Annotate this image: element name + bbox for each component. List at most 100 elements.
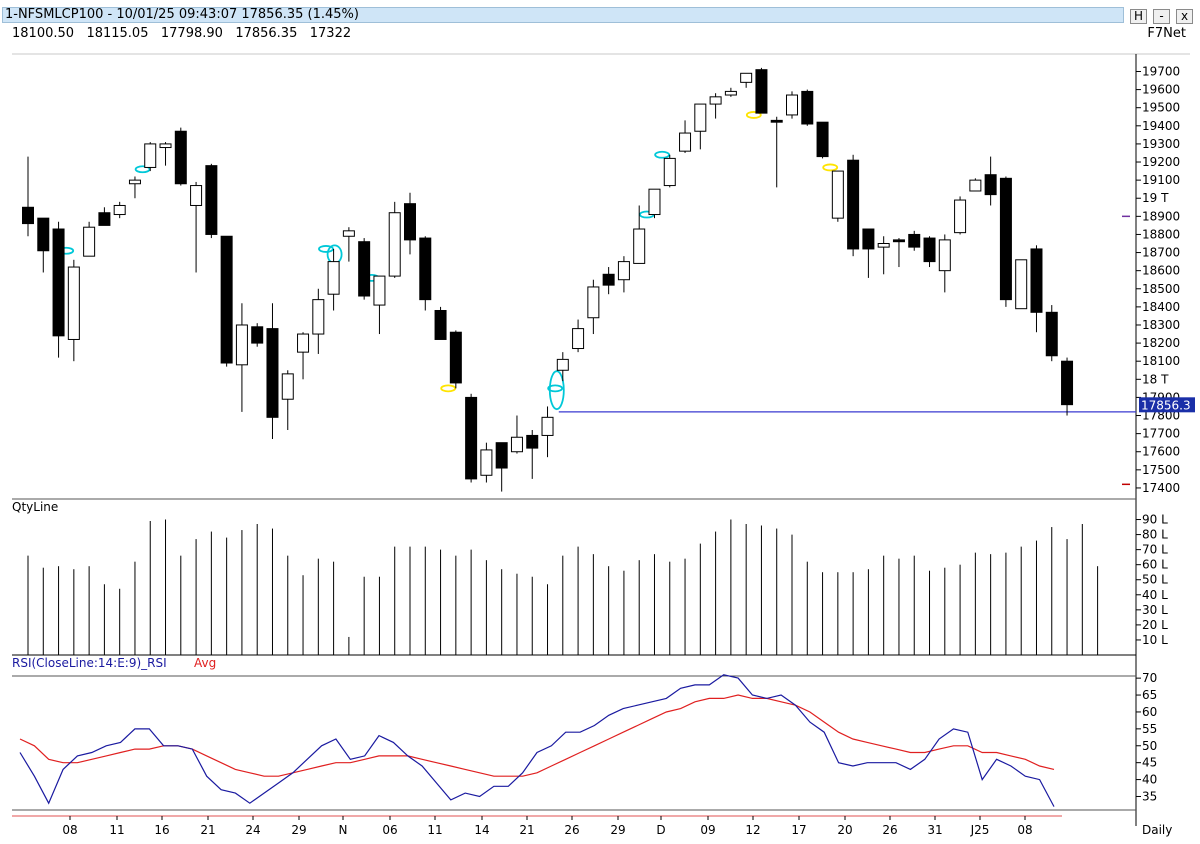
candle-body[interactable] [969, 179, 982, 192]
time-axis-label: 08 [62, 823, 77, 837]
candle-body[interactable] [1030, 248, 1043, 313]
candle-body[interactable] [954, 199, 967, 234]
candle-body[interactable] [465, 396, 478, 480]
candle-body[interactable] [52, 228, 65, 337]
time-axis-label: 29 [291, 823, 306, 837]
candle-body[interactable] [159, 143, 172, 149]
time-axis-label: 14 [474, 823, 489, 837]
candle-body[interactable] [312, 299, 325, 335]
candle-body[interactable] [938, 239, 951, 272]
candle-body[interactable] [587, 286, 600, 319]
candle-body[interactable] [235, 324, 248, 366]
candle-body[interactable] [358, 241, 371, 297]
candle-body[interactable] [709, 96, 722, 105]
candle-body[interactable] [679, 132, 692, 152]
candle-body[interactable] [862, 228, 875, 250]
candle-body[interactable] [770, 119, 783, 123]
candle-body[interactable] [37, 217, 50, 252]
rsi-axis-tick-label: 55 [1142, 722, 1157, 736]
rsi-panel-title: RSI(CloseLine:14:E:9)_RSI [12, 656, 167, 670]
candle-body[interactable] [908, 233, 921, 248]
candle-body[interactable] [663, 157, 676, 187]
candle-body[interactable] [648, 188, 661, 216]
time-axis-label: 31 [927, 823, 942, 837]
candle-body[interactable] [510, 436, 523, 453]
candle-body[interactable] [144, 143, 157, 168]
candle-body[interactable] [449, 331, 462, 384]
time-axis-label: 12 [745, 823, 760, 837]
candle-body[interactable] [404, 203, 416, 241]
time-axis-label: 26 [564, 823, 579, 837]
candle-body[interactable] [847, 159, 860, 250]
candle-body[interactable] [526, 434, 539, 449]
candle-body[interactable] [205, 165, 218, 235]
candle-body[interactable] [816, 121, 829, 158]
candle-body[interactable] [342, 230, 355, 237]
candle-body[interactable] [572, 328, 585, 350]
time-axis-label: N [339, 823, 348, 837]
candle-body[interactable] [327, 261, 340, 295]
candle-body[interactable] [373, 275, 386, 306]
candle-body[interactable] [83, 226, 96, 257]
price-axis-tick-label: 18900 [1142, 209, 1180, 223]
rsi-axis-tick-label: 65 [1142, 688, 1157, 702]
candle-body[interactable] [984, 174, 997, 196]
rsi-axis-tick-label: 60 [1142, 705, 1157, 719]
candle-body[interactable] [297, 333, 310, 353]
candle-body[interactable] [388, 212, 401, 277]
candle-body[interactable] [602, 273, 615, 286]
candle-body[interactable] [174, 130, 187, 185]
candle-body[interactable] [22, 206, 34, 225]
gap-marker [822, 163, 839, 172]
candle-body[interactable] [1045, 311, 1058, 357]
price-axis-tick-label: 19100 [1142, 173, 1180, 187]
candle-body[interactable] [1015, 259, 1028, 310]
time-axis-label: D [656, 823, 665, 837]
candle-body[interactable] [281, 373, 294, 400]
rsi-avg-legend: Avg [194, 656, 216, 670]
candle-body[interactable] [831, 170, 844, 219]
price-axis-tick-label: 18300 [1142, 318, 1180, 332]
candle-body[interactable] [786, 94, 798, 116]
candle-body[interactable] [724, 90, 737, 96]
candle-body[interactable] [480, 449, 493, 476]
rsi-axis-tick-label: 70 [1142, 671, 1157, 685]
candle-body[interactable] [1061, 360, 1074, 406]
candle-body[interactable] [434, 309, 447, 340]
price-axis-tick-label: 19300 [1142, 137, 1180, 151]
candle-body[interactable] [98, 212, 111, 226]
candle-body[interactable] [740, 72, 753, 83]
candle-body[interactable] [266, 328, 279, 418]
price-axis-tick-label: 19400 [1142, 119, 1180, 133]
candle-body[interactable] [801, 90, 814, 125]
candle-body[interactable] [113, 204, 126, 216]
candle-body[interactable] [419, 237, 432, 301]
candle-body[interactable] [128, 179, 141, 185]
price-axis-tick-label: 17400 [1142, 481, 1180, 495]
candle-body[interactable] [495, 442, 508, 469]
time-axis-label: 11 [109, 823, 124, 837]
candle-body[interactable] [67, 266, 80, 340]
volume-axis-tick-label: 40 L [1142, 588, 1168, 602]
candle-body[interactable] [923, 237, 936, 263]
candle-body[interactable] [633, 228, 646, 264]
candle-body[interactable] [877, 243, 890, 248]
candle-body[interactable] [694, 103, 707, 132]
time-axis-label: 20 [837, 823, 852, 837]
time-axis-label: 06 [382, 823, 397, 837]
volume-axis-tick-label: 20 L [1142, 618, 1168, 632]
time-axis-label: 21 [519, 823, 534, 837]
candle-body[interactable] [556, 358, 569, 371]
chart-canvas[interactable]: 19700 19600 19500 19400 19300 19200 19100 19 T 1… [0, 0, 1200, 844]
candle-body[interactable] [220, 235, 233, 364]
candle-body[interactable] [251, 326, 264, 344]
candle-body[interactable] [999, 177, 1012, 301]
candle-body[interactable] [541, 416, 554, 436]
volume-axis-tick-label: 90 L [1142, 513, 1168, 527]
candle-body[interactable] [892, 239, 905, 243]
candle-body[interactable] [617, 261, 630, 281]
gap-marker-round [326, 244, 343, 265]
candle-body[interactable] [190, 185, 203, 206]
price-axis-tick-label: 19200 [1142, 155, 1180, 169]
candle-body[interactable] [755, 69, 768, 114]
